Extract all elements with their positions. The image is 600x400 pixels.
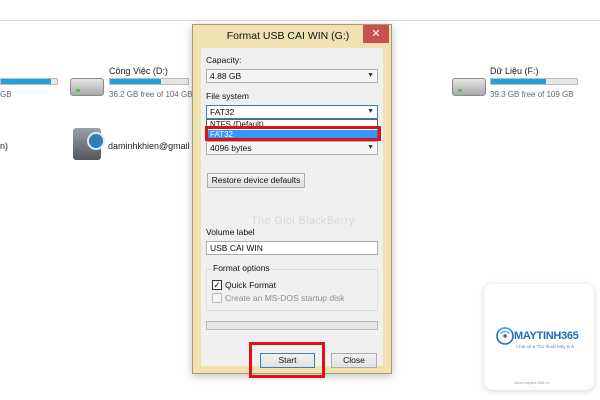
drive-f-tile[interactable] [452, 78, 486, 96]
format-progress-bar [206, 321, 378, 330]
capacity-select[interactable]: 4.88 GB ▼ [206, 69, 378, 83]
file-system-label: File system [206, 91, 249, 101]
drive-usage-fill [1, 79, 52, 84]
restore-defaults-button[interactable]: Restore device defaults [207, 173, 305, 188]
dialog-body: The Gioi BlackBerry Capacity: 4.88 GB ▼ … [201, 48, 383, 378]
network-user-icon[interactable] [73, 128, 105, 160]
drive-f-usage-bar [490, 78, 578, 85]
brand-logo-card: MAYTINH365 Chia sẻ & Thủ thuật Máy tính … [484, 284, 594, 390]
chevron-down-icon: ▼ [367, 72, 374, 79]
allocation-unit-select[interactable]: 4096 bytes ▼ [206, 141, 378, 155]
msdos-startup-checkbox [212, 293, 222, 303]
file-system-value: FAT32 [210, 107, 235, 117]
volume-label-input[interactable]: USB CAI WIN [206, 241, 378, 255]
dialog-title: Format USB CAI WIN (G:) [226, 30, 350, 42]
chevron-down-icon: ▼ [367, 108, 374, 115]
wifi-globe-icon [496, 327, 514, 345]
dialog-titlebar[interactable]: Format USB CAI WIN (G:) ✕ [193, 25, 391, 47]
close-button[interactable]: Close [331, 353, 377, 368]
hard-drive-icon [452, 78, 486, 96]
drive-d-usage-bar [109, 78, 189, 85]
drive-free-space: GB [0, 90, 12, 99]
volume-label-caption: Volume label [206, 227, 255, 237]
drive-f-free-space: 39.3 GB free of 109 GB [490, 90, 574, 99]
file-system-select[interactable]: FAT32 ▼ [206, 105, 378, 119]
user-folder-label[interactable]: daminhkhien@gmail [108, 141, 190, 151]
drive-d-tile[interactable] [70, 78, 104, 96]
close-icon[interactable]: ✕ [363, 25, 389, 43]
allocation-unit-value: 4096 bytes [210, 143, 252, 153]
brand-footer: www.maytinh365.vn [514, 380, 550, 385]
capacity-value: 4.88 GB [210, 71, 242, 81]
window-top-divider [0, 20, 600, 21]
drive-usage-bar [0, 78, 58, 85]
item-label-cut: n) [0, 141, 9, 151]
drive-d-usage-fill [110, 79, 161, 84]
capacity-label: Capacity: [206, 55, 242, 65]
quick-format-label: Quick Format [225, 280, 277, 290]
hard-drive-icon [70, 78, 104, 96]
watermark-text: The Gioi BlackBerry [251, 215, 355, 227]
format-options-group [206, 269, 378, 311]
msdos-startup-label: Create an MS-DOS startup disk [225, 293, 345, 303]
drive-d-free-space: 36.2 GB free of 104 GB [109, 90, 193, 99]
format-dialog: Format USB CAI WIN (G:) ✕ The Gioi Black… [192, 24, 392, 378]
format-options-title: Format options [211, 263, 272, 273]
quick-format-checkbox[interactable]: ✓ [212, 280, 222, 290]
drive-f-usage-fill [491, 79, 547, 84]
chevron-down-icon: ▼ [367, 144, 374, 151]
highlight-box-fat32 [205, 126, 381, 141]
drive-d-name[interactable]: Công Việc (D:) [109, 66, 168, 76]
brand-tagline: Chia sẻ & Thủ thuật Máy tính [516, 344, 575, 349]
brand-logo-text: MAYTINH365 [514, 330, 579, 342]
drive-f-name[interactable]: Dữ Liệu (F:) [490, 66, 539, 76]
start-button[interactable]: Start [260, 353, 315, 368]
